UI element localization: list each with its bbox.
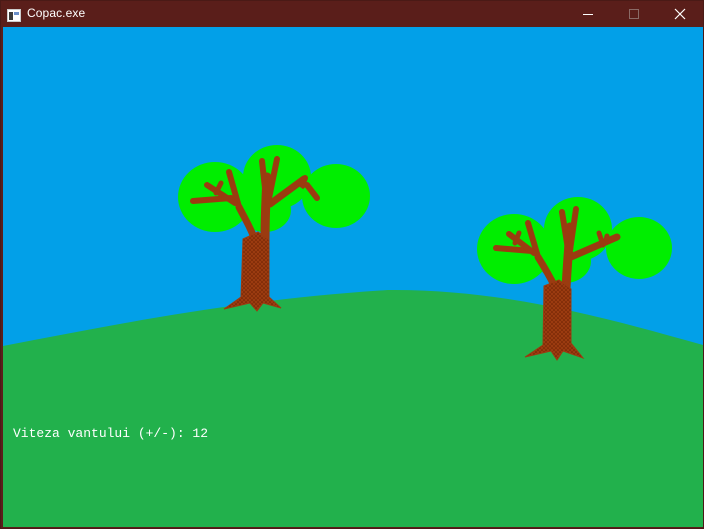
maximize-button[interactable]	[611, 1, 657, 27]
close-button[interactable]	[657, 1, 703, 27]
maximize-icon	[629, 9, 639, 19]
canvas-area: Viteza vantului (+/-): 12	[3, 27, 703, 527]
app-icon	[7, 7, 21, 22]
minimize-icon	[583, 14, 593, 15]
wind-speed-label: Viteza vantului (+/-): 12	[13, 426, 209, 441]
window-title: Copac.exe	[27, 6, 86, 20]
title-bar[interactable]: Copac.exe	[1, 1, 703, 27]
close-icon	[674, 8, 686, 20]
app-window: Copac.exe Viteza vantului (+/-): 12	[0, 0, 704, 529]
scene-canvas	[3, 27, 703, 527]
minimize-button[interactable]	[565, 1, 611, 27]
